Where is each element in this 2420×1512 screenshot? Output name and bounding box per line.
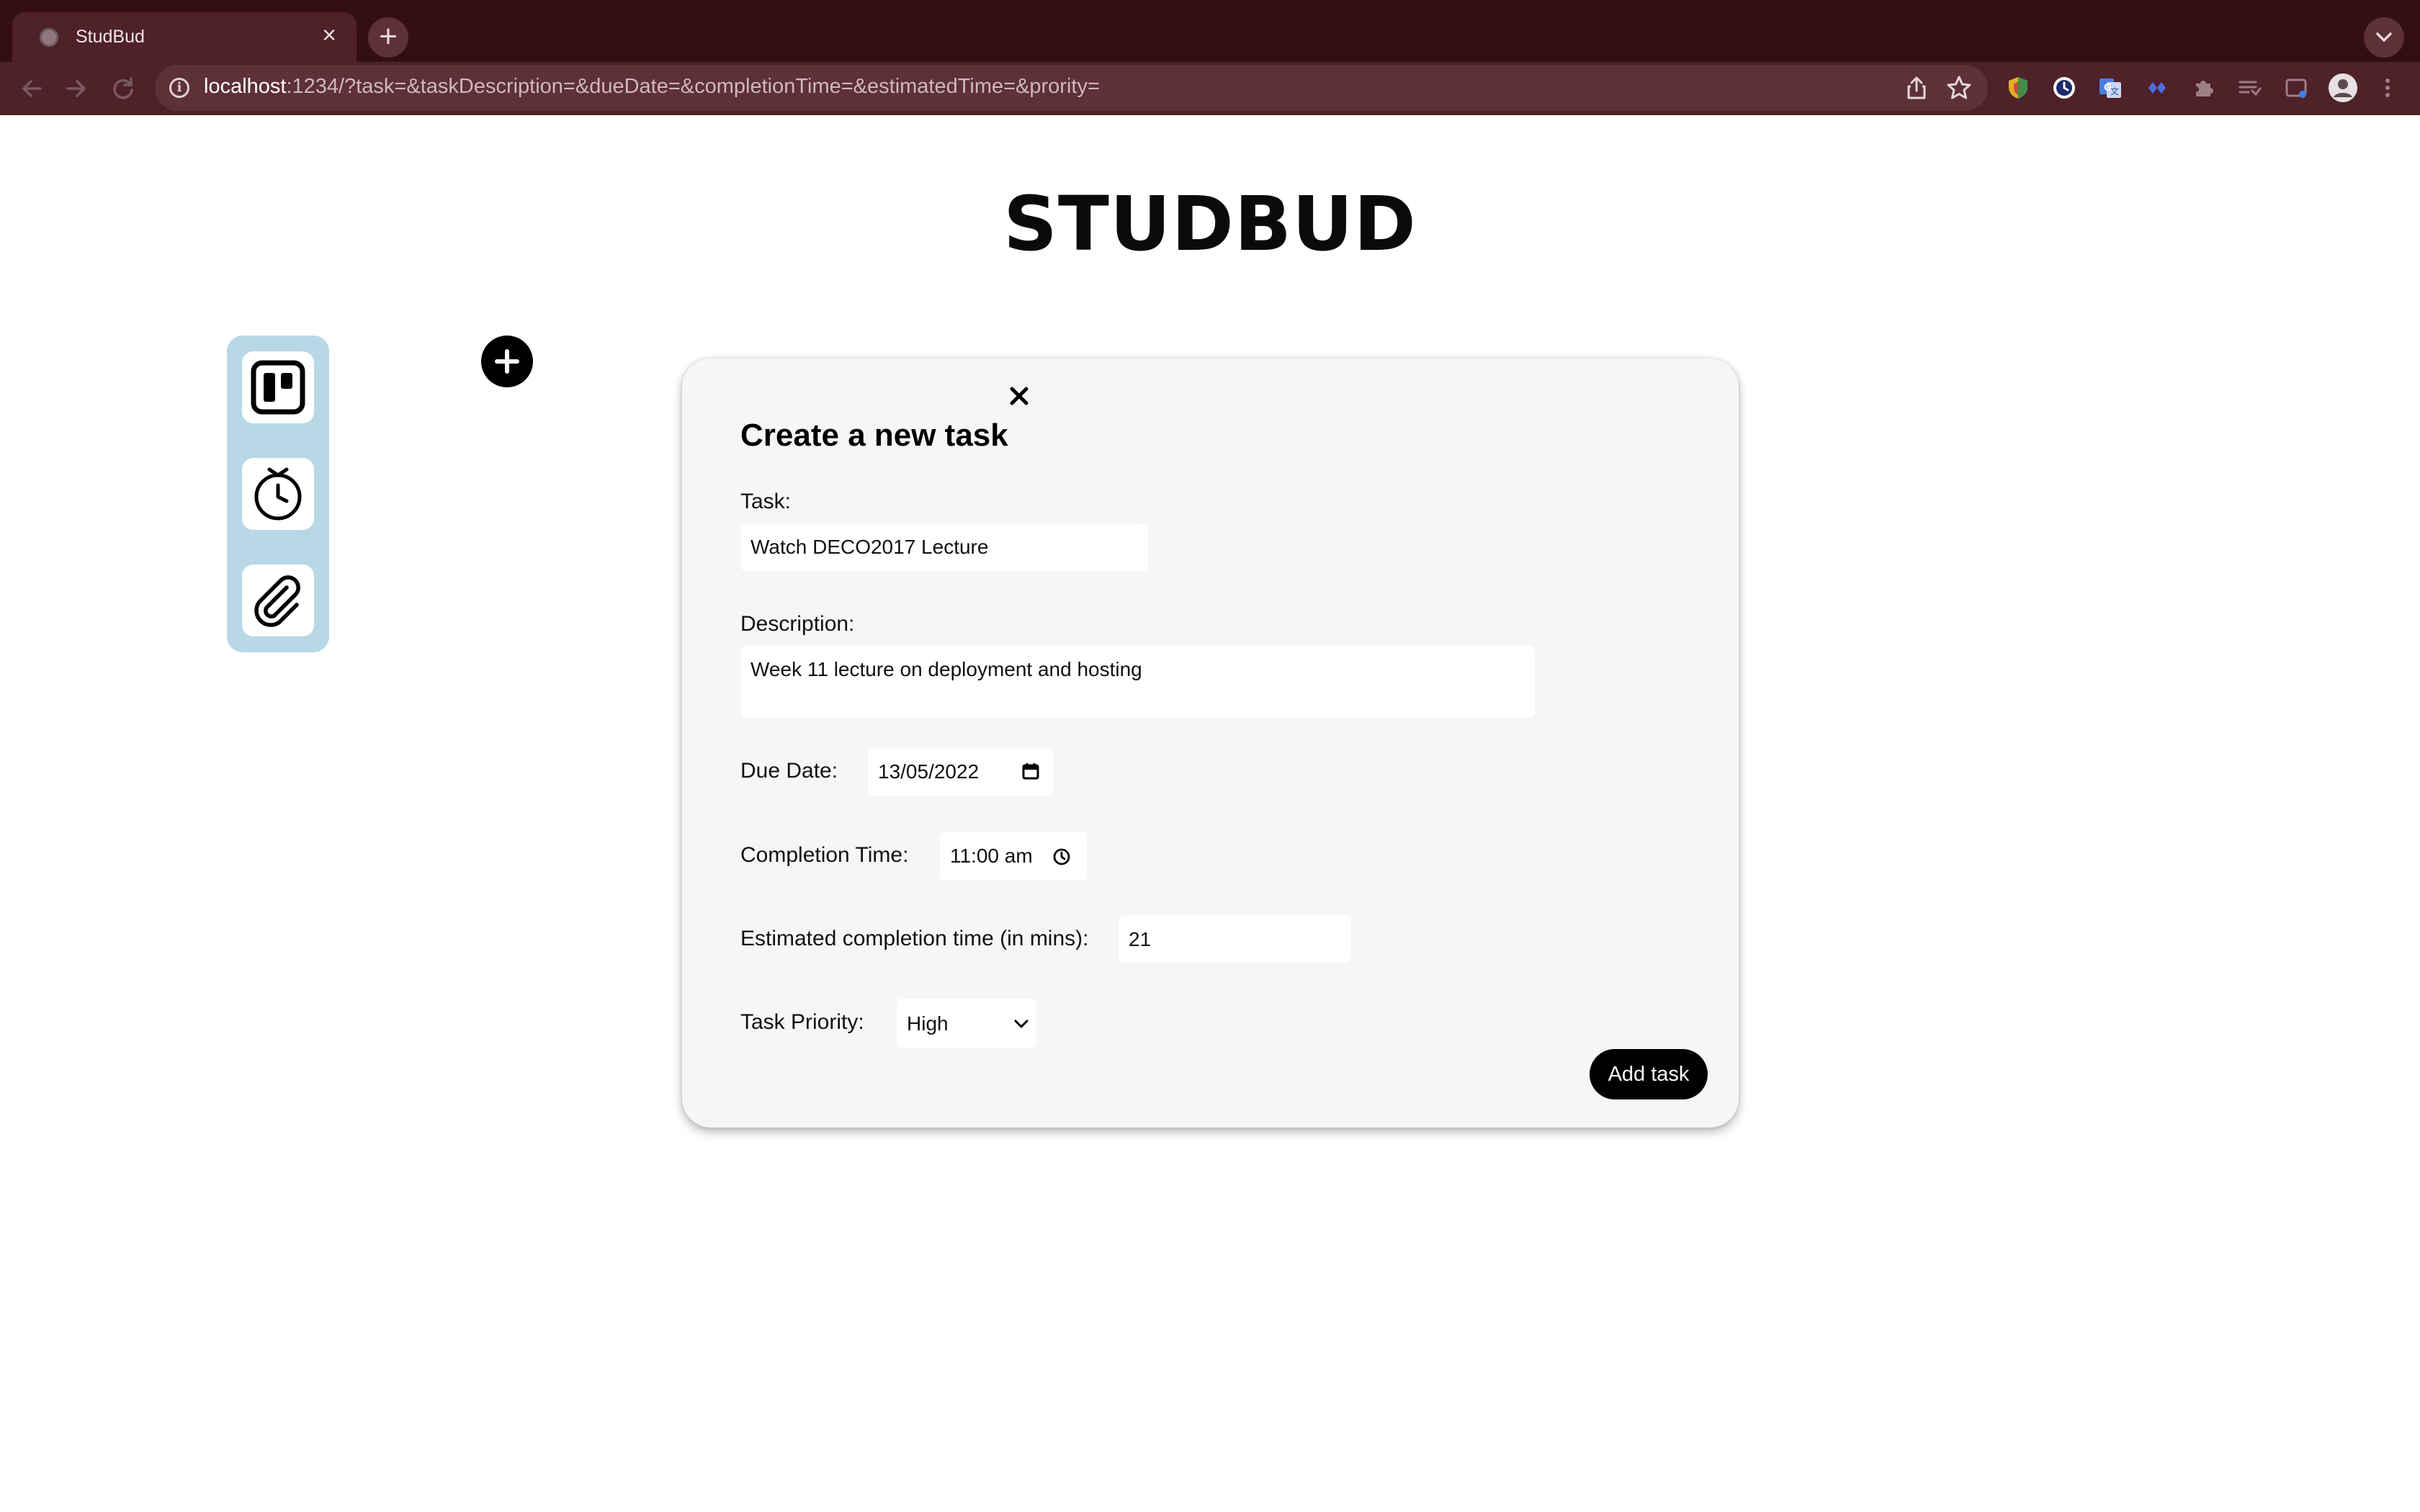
shield-extension-icon[interactable] [2005, 75, 2031, 101]
sidebar [227, 336, 329, 652]
completion-time-label: Completion Time: [740, 843, 909, 867]
clock-extension-icon[interactable] [2051, 75, 2077, 101]
estimated-time-value: 21 [1129, 928, 1152, 950]
puzzle-extension-icon[interactable] [2190, 75, 2216, 101]
reload-icon[interactable] [107, 72, 140, 105]
description-value: Week 11 lecture on deployment and hostin… [750, 658, 1142, 680]
tab-title: StudBud [76, 27, 145, 47]
svg-text:文: 文 [2110, 86, 2119, 96]
url-path: :1234/?task=&taskDescription=&dueDate=&c… [286, 75, 1100, 98]
modal-title: Create a new task [740, 418, 1008, 453]
completion-time-input[interactable]: 11:00 am [940, 832, 1087, 881]
plus-icon [495, 349, 519, 374]
completion-time-value: 11:00 am [950, 845, 1033, 867]
new-tab-button[interactable]: + [368, 17, 408, 58]
chevron-down-icon [1014, 1020, 1028, 1028]
sidebar-item-board[interactable] [242, 351, 314, 423]
add-task-button[interactable]: Add task [1590, 1049, 1708, 1099]
add-task-fab[interactable] [481, 336, 533, 387]
priority-value: High [907, 1012, 949, 1035]
link-extension-icon[interactable] [2144, 75, 2170, 101]
priority-label: Task Priority: [740, 1010, 864, 1034]
due-date-value: 13/05/2022 [878, 760, 980, 783]
task-label: Task: [740, 490, 792, 513]
url-text[interactable]: localhost:1234/?task=&taskDescription=&d… [204, 75, 1100, 99]
back-icon[interactable] [16, 72, 49, 105]
browser-menu-icon[interactable] [2377, 75, 2398, 101]
task-input[interactable]: Watch DECO2017 Lecture [740, 523, 1148, 571]
priority-select[interactable]: High [897, 999, 1036, 1048]
close-tab-icon[interactable]: × [316, 22, 342, 48]
tab-search-button[interactable] [2364, 17, 2404, 58]
globe-icon [40, 28, 58, 47]
bookmark-star-icon[interactable] [1946, 75, 1972, 101]
sidebar-item-timer[interactable] [242, 458, 314, 530]
forward-icon[interactable] [59, 72, 92, 105]
board-icon [251, 360, 305, 415]
reading-list-icon[interactable] [2236, 75, 2262, 101]
address-bar[interactable]: i localhost:1234/?task=&taskDescription=… [155, 65, 1988, 111]
info-icon[interactable]: i [169, 78, 189, 98]
translate-extension-icon[interactable]: G 文 [2097, 75, 2123, 101]
close-icon[interactable] [1005, 382, 1034, 410]
description-textarea[interactable]: Week 11 lecture on deployment and hostin… [740, 646, 1535, 718]
description-label: Description: [740, 612, 855, 636]
page-title: STUDBUD [1003, 180, 1417, 268]
due-date-input[interactable]: 13/05/2022 [868, 747, 1053, 796]
due-date-label: Due Date: [740, 759, 838, 783]
estimated-time-input[interactable]: 21 [1119, 915, 1350, 963]
profile-avatar-icon[interactable] [2328, 73, 2358, 103]
paperclip-icon [254, 575, 300, 627]
estimated-time-label: Estimated completion time (in mins): [740, 927, 1089, 950]
share-icon[interactable] [1904, 75, 1929, 101]
browser-tabstrip: StudBud × + [0, 0, 2420, 62]
sidebar-item-attachments[interactable] [242, 564, 314, 636]
chevron-down-icon [2376, 32, 2392, 42]
clock-icon[interactable] [1052, 847, 1071, 866]
calendar-icon[interactable] [1021, 762, 1040, 780]
url-host: localhost [204, 75, 287, 98]
stopwatch-icon [254, 467, 302, 521]
task-input-value: Watch DECO2017 Lecture [750, 536, 989, 558]
browser-tab[interactable]: StudBud × [12, 12, 357, 62]
side-panel-icon[interactable] [2283, 75, 2309, 101]
